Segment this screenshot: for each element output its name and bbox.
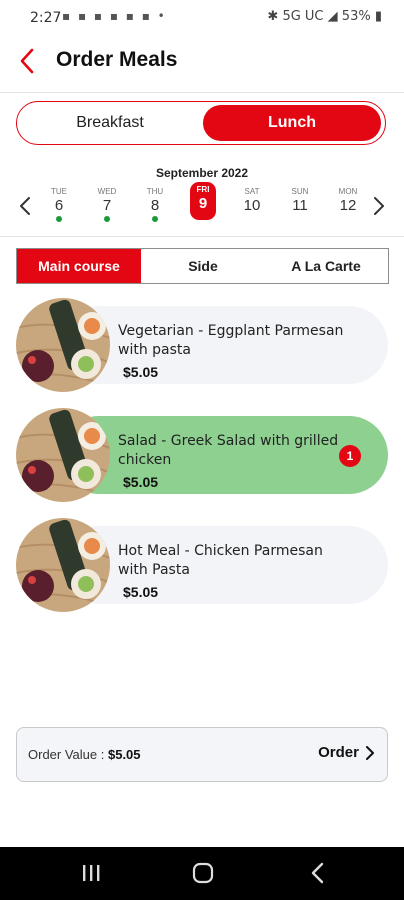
bluetooth-icon: ✱ [267,9,279,24]
meal-name: Vegetarian - Eggplant Parmesan with past… [118,323,344,358]
network-label: 5G UC [282,9,324,24]
meal-card[interactable]: Vegetarian - Eggplant Parmesan with past… [16,298,388,392]
status-time: 2:27 [30,10,62,26]
calendar-day[interactable]: MON 12 [333,184,363,224]
meal-type-toggle: Breakfast Lunch [16,101,386,145]
day-of-week: FRI [196,185,210,194]
calendar-day[interactable]: SAT 10 [237,184,267,224]
order-indicator-dot [152,216,158,222]
order-indicator-dot [56,216,62,222]
tab-a-la-carte[interactable]: A La Carte [265,249,387,283]
calendar-day-selected[interactable]: FRI 9 [190,182,216,220]
day-date: 10 [243,197,261,214]
home-icon[interactable] [191,861,215,885]
calendar-day[interactable]: SUN 11 [285,184,315,224]
meal-price: $5.05 [123,364,159,380]
calendar-divider [0,236,404,237]
day-of-week: SUN [291,187,309,196]
meal-card[interactable]: Hot Meal - Chicken Parmesan with Pasta $… [16,518,388,612]
meal-name: Salad - Greek Salad with grilled chicken [118,433,339,468]
tab-main-course[interactable]: Main course [17,249,141,283]
calendar-day[interactable]: THU 8 [140,184,170,224]
status-bar: 2:27 ▪ ▪ ▪ ▪ ▪ ▪ • ✱ 5G UC ◢ 53% ▮ [0,0,404,38]
battery-label: 53% [341,9,371,24]
chevron-left-icon[interactable] [14,193,36,219]
quantity-badge: 1 [339,445,361,467]
system-navigation-bar [0,847,404,900]
order-value: Order Value : $5.05 [28,747,141,762]
meal-price: $5.05 [123,474,159,490]
meal-name: Hot Meal - Chicken Parmesan with Pasta [118,543,323,578]
order-indicator-dot [104,216,110,222]
meal-photo [16,408,110,502]
battery-icon: ▮ [374,9,382,24]
day-of-week: SAT [244,187,260,196]
back-arrow-icon[interactable] [14,46,44,76]
day-date: 11 [292,197,308,214]
chevron-right-icon[interactable] [368,193,390,219]
toggle-lunch[interactable]: Lunch [203,105,381,141]
day-of-week: TUE [51,187,67,196]
calendar-day[interactable]: WED 7 [92,184,122,224]
day-date: 6 [54,197,64,214]
meal-price: $5.05 [123,584,159,600]
page-title: Order Meals [56,48,178,71]
day-date: 9 [198,195,208,212]
order-value-label: Order Value : [28,747,105,762]
toggle-breakfast[interactable]: Breakfast [20,105,200,141]
calendar-day[interactable]: TUE 6 [44,184,74,224]
meal-photo [16,518,110,612]
meal-photo [16,298,110,392]
day-date: 12 [339,197,357,214]
meal-card-selected[interactable]: Salad - Greek Salad with grilled chicken… [16,408,388,502]
tab-side[interactable]: Side [141,249,265,283]
recent-apps-icon[interactable] [80,863,102,883]
order-button[interactable]: Order [318,744,375,761]
signal-icon: ◢ [327,9,338,24]
notification-icons: ▪ ▪ ▪ ▪ ▪ ▪ • [62,9,167,23]
day-of-week: THU [146,187,164,196]
day-date: 8 [150,197,160,214]
order-value-amount: $5.05 [107,747,141,762]
system-back-icon[interactable] [308,861,328,885]
order-button-label: Order [318,744,359,761]
day-of-week: WED [97,187,117,196]
order-summary-bar: Order Value : $5.05 Order [16,727,388,782]
calendar-month: September 2022 [155,166,249,180]
day-of-week: MON [338,187,358,196]
day-date: 7 [102,197,112,214]
status-right: ✱ 5G UC ◢ 53% ▮ [267,9,382,24]
category-tabs: Main course Side A La Carte [16,248,389,284]
chevron-right-icon [366,745,374,760]
header-divider [0,92,404,93]
